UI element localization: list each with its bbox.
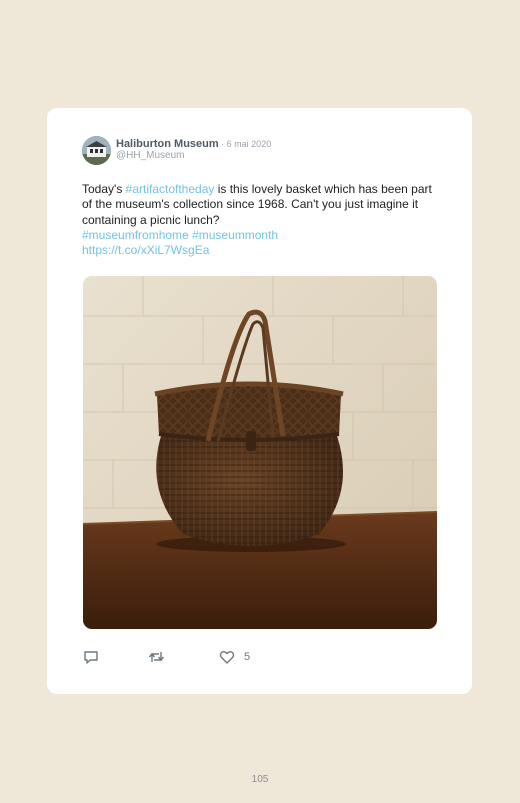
reply-button[interactable] [83,649,99,665]
author-name[interactable]: Haliburton Museum [116,138,219,150]
retweet-arrows-icon [148,652,165,662]
hashtag-museumfromhome[interactable]: #museumfromhome [82,228,189,242]
hashtag-museummonth[interactable]: #museummonth [192,228,278,242]
tweet-text: Today's #artifactoftheday is this lovely… [82,182,442,258]
tweet-photo[interactable] [83,276,437,629]
tweet-text-part: Today's [82,182,126,196]
retweet-button[interactable] [148,649,165,665]
tweet-link[interactable]: https://t.co/xXiL7WsgEa [82,243,209,257]
museum-building-avatar-icon [82,136,111,165]
author-handle[interactable]: @HH_Museum [116,150,185,161]
tweet-author-line: Haliburton Museum · 6 mai 2020 [116,137,271,151]
speech-bubble-icon [84,651,98,664]
basket-photo [83,276,437,629]
page-number: 105 [251,774,269,785]
tweet-card: Haliburton Museum · 6 mai 2020 @HH_Museu… [47,108,472,694]
tweet-date[interactable]: · 6 mai 2020 [219,139,271,149]
heart-icon [219,651,235,664]
like-count: 5 [244,651,251,663]
like-button[interactable]: 5 [219,649,250,665]
hashtag-artifactoftheday[interactable]: #artifactoftheday [126,182,215,196]
tweet-actions: 5 [83,649,333,665]
avatar[interactable] [82,136,111,165]
